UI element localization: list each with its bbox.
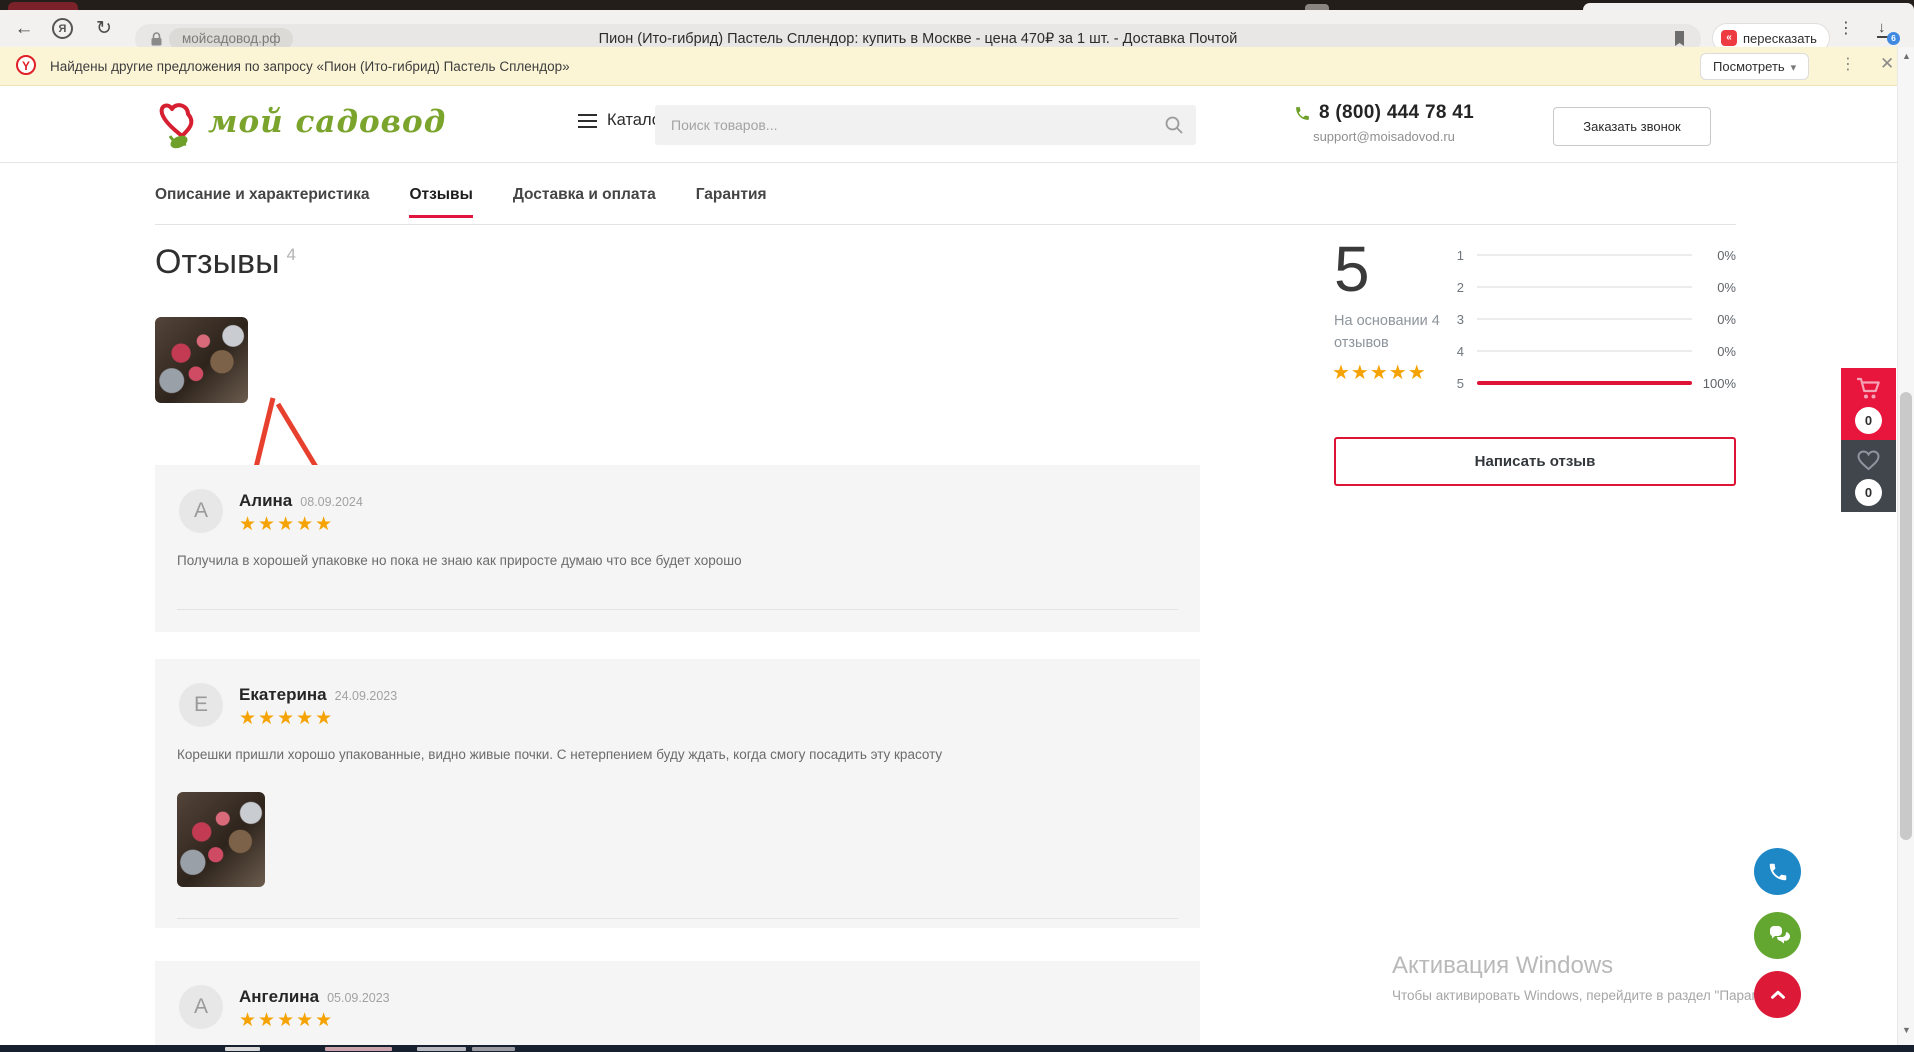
avatar: Е xyxy=(179,683,223,727)
browser-tab[interactable] xyxy=(8,2,78,10)
tab-description[interactable]: Описание и характеристика xyxy=(155,186,369,218)
rating-distribution-row: 4 0% xyxy=(1452,343,1736,359)
reviews-heading: Отзывы4 xyxy=(155,243,296,282)
favorites-count-badge: 0 xyxy=(1855,479,1882,506)
review-stars: ★★★★★ xyxy=(239,707,334,730)
phone-icon xyxy=(1294,105,1311,122)
favorites-widget[interactable]: 0 xyxy=(1841,440,1896,512)
divider xyxy=(177,609,1178,610)
tab-warranty[interactable]: Гарантия xyxy=(696,186,767,218)
retell-icon: « xyxy=(1721,30,1737,46)
cart-count-badge: 0 xyxy=(1855,407,1882,434)
downloads-button[interactable]: ↓ 6 xyxy=(1874,19,1900,43)
search-box xyxy=(655,105,1196,145)
review-text: Получила в хорошей упаковке но пока не з… xyxy=(177,553,1170,568)
notification-view-button[interactable]: Посмотреть▾ xyxy=(1700,53,1809,80)
review-stars: ★★★★★ xyxy=(239,513,334,536)
cart-icon xyxy=(1855,376,1882,402)
chat-icon xyxy=(1766,924,1790,948)
windows-activation-title: Активация Windows xyxy=(1392,952,1613,980)
reviewer-name: Екатерина24.09.2023 xyxy=(239,685,397,705)
divider xyxy=(155,224,1736,225)
phone-fab-icon xyxy=(1767,861,1789,883)
review-photo-thumbnail[interactable] xyxy=(155,317,248,403)
review-card: Е Екатерина24.09.2023 ★★★★★ Корешки приш… xyxy=(155,659,1200,928)
scroll-down-icon[interactable]: ▼ xyxy=(1898,1025,1914,1035)
tab-reviews[interactable]: Отзывы xyxy=(409,186,472,218)
heart-icon xyxy=(1855,448,1882,474)
avatar: А xyxy=(179,985,223,1029)
scroll-up-icon[interactable]: ▲ xyxy=(1898,51,1914,61)
windows-taskbar-edge xyxy=(0,1045,1914,1052)
tab-delivery[interactable]: Доставка и оплата xyxy=(513,186,656,218)
notification-menu-icon[interactable]: ⋮ xyxy=(1840,54,1856,74)
scrollbar[interactable]: ▲ ▼ xyxy=(1897,47,1914,1045)
search-icon[interactable] xyxy=(1164,115,1184,140)
support-email[interactable]: support@moisadovod.ru xyxy=(1276,129,1492,144)
review-date: 08.09.2024 xyxy=(300,495,363,509)
browser-active-tab[interactable] xyxy=(1583,3,1914,10)
rating-distribution-row: 5 100% xyxy=(1452,375,1736,391)
review-date: 24.09.2023 xyxy=(335,689,398,703)
yandex-icon: Y xyxy=(16,55,36,75)
download-badge: 6 xyxy=(1887,32,1900,45)
scroll-to-top-fab[interactable] xyxy=(1754,971,1801,1018)
rating-distribution-row: 2 0% xyxy=(1452,279,1736,295)
phone-number: 8 (800) 444 78 41 xyxy=(1319,102,1474,124)
contact-block: 8 (800) 444 78 41 support@moisadovod.ru xyxy=(1276,102,1492,144)
notification-text: Найдены другие предложения по запросу «П… xyxy=(50,59,570,74)
rating-distribution-row: 1 0% xyxy=(1452,247,1736,263)
chevron-down-icon: ▾ xyxy=(1791,62,1797,74)
rating-bar xyxy=(1477,350,1692,352)
browser-tab-strip xyxy=(0,0,1914,10)
divider xyxy=(177,918,1178,919)
site-logo[interactable]: мой садовод xyxy=(152,96,446,154)
review-photo-thumbnail[interactable] xyxy=(177,792,265,887)
review-card: А Ангелина05.09.2023 ★★★★★ xyxy=(155,961,1200,1045)
rating-average: 5 xyxy=(1334,232,1370,306)
windows-activation-text: Чтобы активировать Windows, перейдите в … xyxy=(1392,988,1912,1003)
callback-button[interactable]: Заказать звонок xyxy=(1553,107,1711,146)
rating-stars: ★★★★★ xyxy=(1332,360,1427,385)
review-date: 05.09.2023 xyxy=(327,991,390,1005)
close-icon[interactable]: ✕ xyxy=(1880,54,1894,74)
review-stars: ★★★★★ xyxy=(239,1009,334,1032)
refresh-icon[interactable]: ↻ xyxy=(92,17,116,41)
browser-toolbar: ← Я ↻ мойсадовод.рф Пион (Ито-гибрид) Па… xyxy=(0,10,1914,47)
logo-heart-icon xyxy=(152,96,204,154)
reviewer-name: Алина08.09.2024 xyxy=(239,491,363,511)
rating-distribution-row: 3 0% xyxy=(1452,311,1736,327)
call-fab[interactable] xyxy=(1754,848,1801,895)
rating-bar xyxy=(1477,254,1692,256)
catalog-button[interactable]: Каталог xyxy=(578,110,667,132)
review-card: А Алина08.09.2024 ★★★★★ Получила в хорош… xyxy=(155,465,1200,632)
toolbar-menu-icon[interactable]: ⋮ xyxy=(1834,17,1858,41)
chevron-up-icon xyxy=(1767,984,1789,1006)
write-review-button[interactable]: Написать отзыв xyxy=(1334,437,1736,486)
cart-widget[interactable]: 0 xyxy=(1841,368,1896,440)
rating-bar xyxy=(1477,382,1692,384)
rating-bar xyxy=(1477,286,1692,288)
reviews-count: 4 xyxy=(287,245,296,264)
product-tabs: Описание и характеристика Отзывы Доставк… xyxy=(155,186,767,218)
review-text: Корешки пришли хорошо упакованные, видно… xyxy=(177,747,1170,762)
site-header: мой садовод Каталог 8 (800) 444 78 41 su… xyxy=(0,86,1914,163)
back-icon[interactable]: ← xyxy=(12,17,36,41)
download-icon: ↓ xyxy=(1878,19,1886,36)
hamburger-icon xyxy=(578,110,597,132)
screen: ← Я ↻ мойсадовод.рф Пион (Ито-гибрид) Па… xyxy=(0,0,1914,1052)
yandex-browser-icon[interactable]: Я xyxy=(52,18,73,39)
phone-link[interactable]: 8 (800) 444 78 41 xyxy=(1276,102,1492,124)
chat-fab[interactable] xyxy=(1754,912,1801,959)
avatar: А xyxy=(179,489,223,533)
logo-text: мой садовод xyxy=(208,104,446,140)
rating-bar xyxy=(1477,318,1692,320)
scrollbar-thumb[interactable] xyxy=(1900,392,1912,840)
notification-bar: Y Найдены другие предложения по запросу … xyxy=(0,47,1914,86)
reviewer-name: Ангелина05.09.2023 xyxy=(239,987,390,1007)
search-input[interactable] xyxy=(655,105,1196,145)
